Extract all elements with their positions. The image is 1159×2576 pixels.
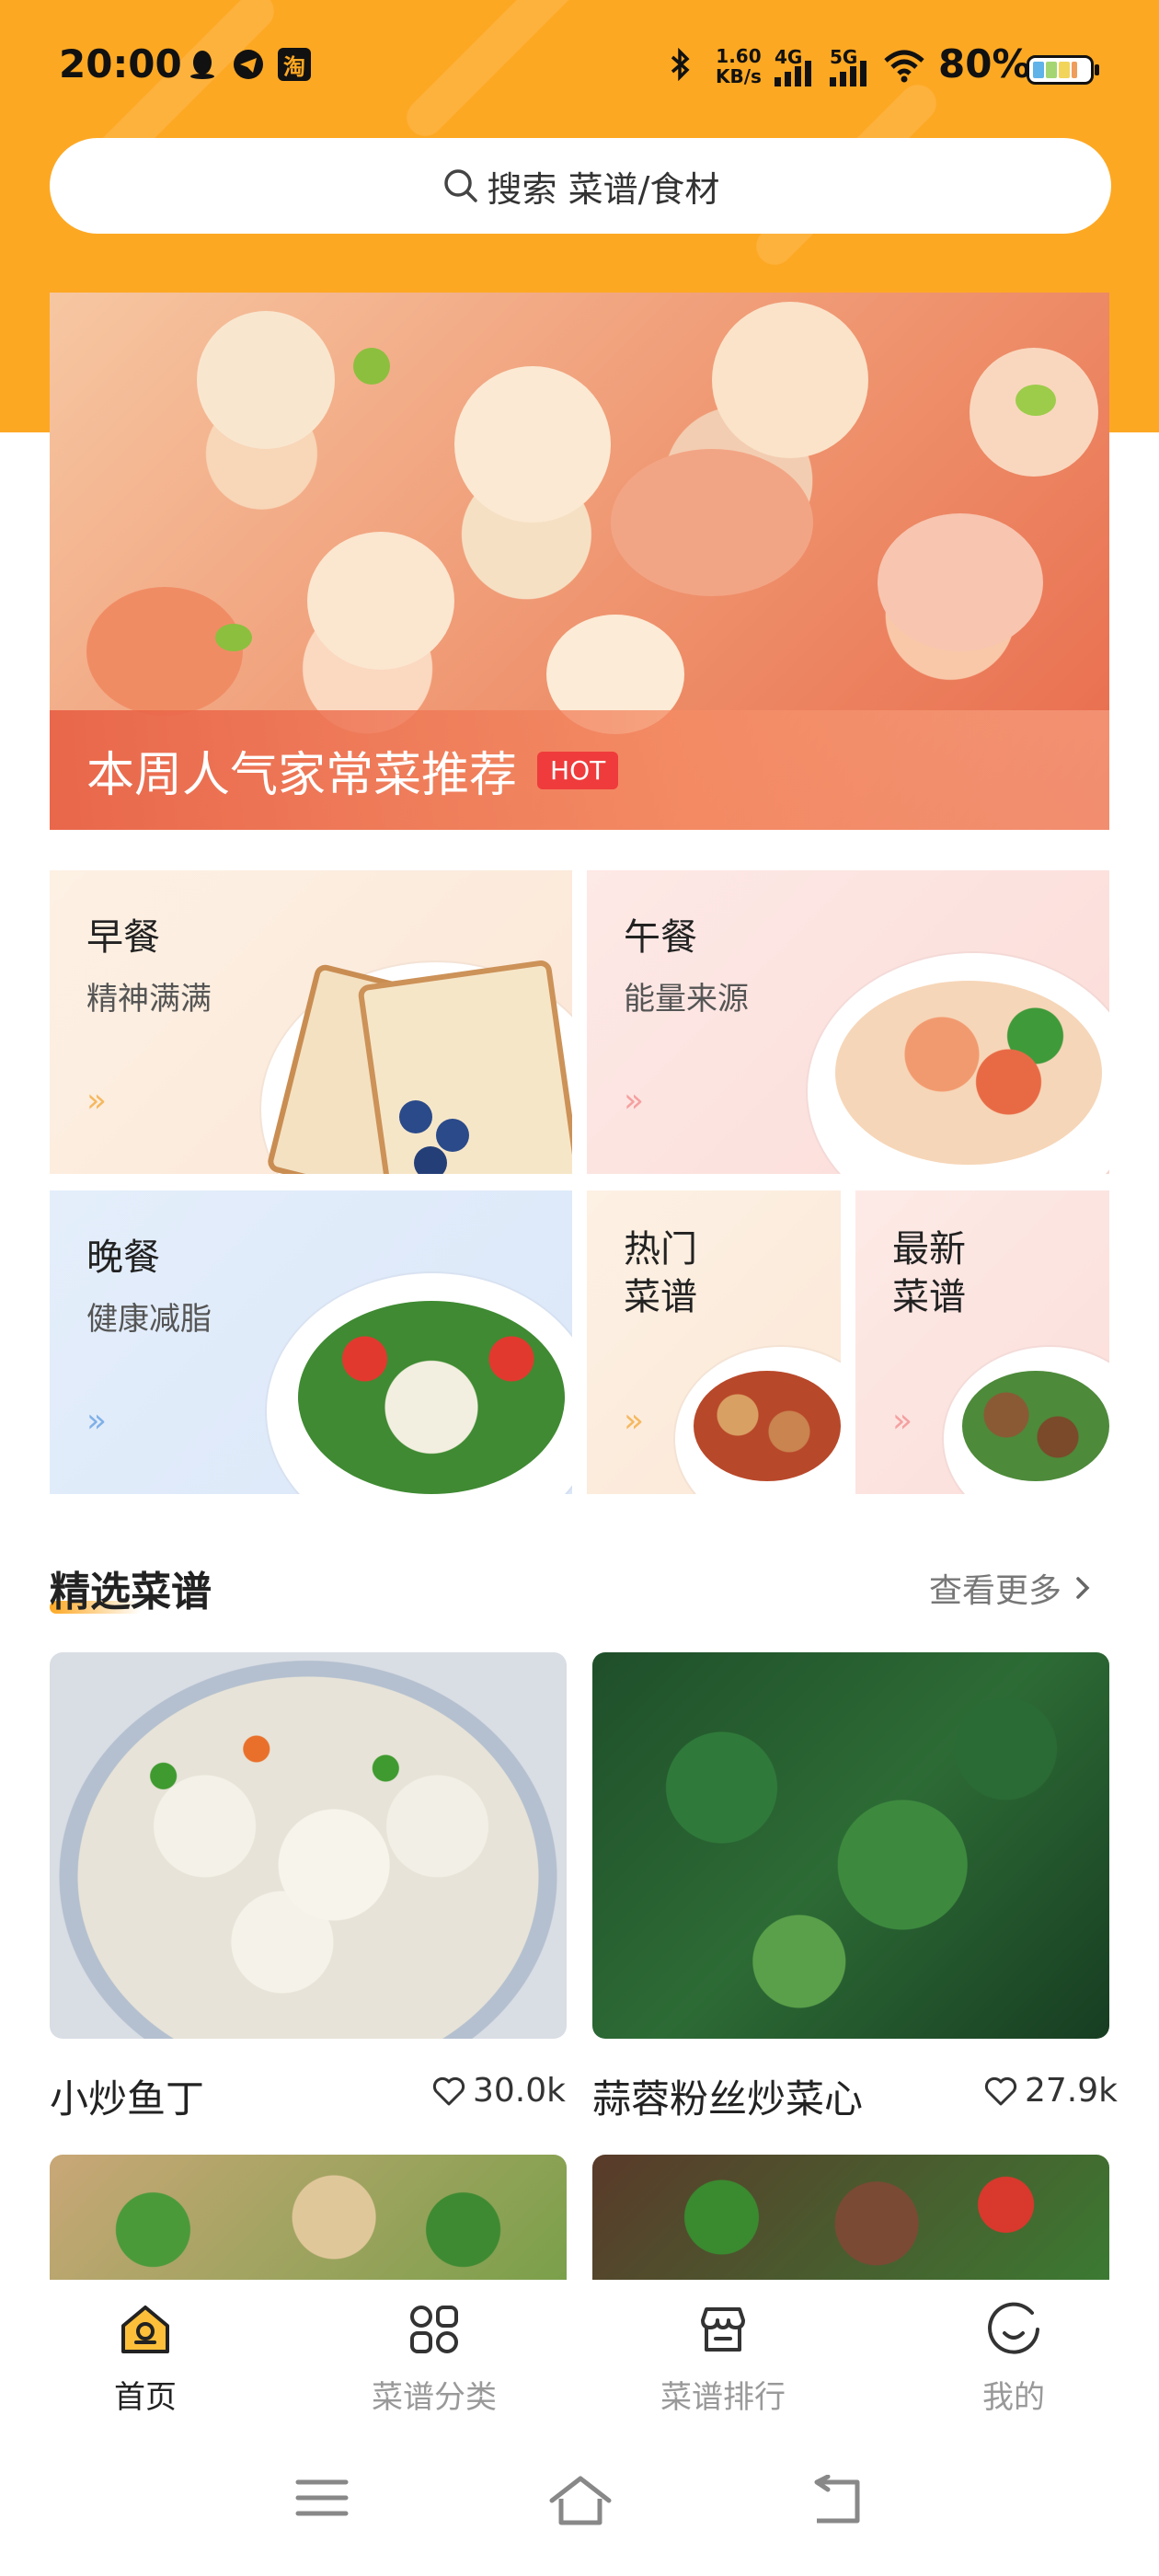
section-title: 精选菜谱 <box>50 1569 212 1616</box>
home-nav-icon[interactable] <box>548 2475 613 2530</box>
category-hot-recipes[interactable]: 热门 菜谱 » <box>587 1190 841 1494</box>
chevron-right-icon <box>1074 1575 1093 1601</box>
category-lunch[interactable]: 午餐 能量来源 » <box>587 870 1109 1174</box>
signal-5g-icon <box>830 61 868 90</box>
see-more-label: 查看更多 <box>929 1572 1062 1610</box>
category-title: 午餐 <box>624 916 697 959</box>
chevrons-right-icon: » <box>624 1402 644 1440</box>
tab-label: 首页 <box>114 2379 177 2416</box>
tab-category[interactable]: 菜谱分类 <box>333 2300 535 2417</box>
recipe-image-peppers[interactable] <box>50 2155 567 2280</box>
menu-icon[interactable] <box>294 2475 350 2524</box>
qq-icon <box>186 48 219 81</box>
likes-count: 27.9k <box>1025 2072 1119 2110</box>
battery-percent: 80% <box>938 41 1031 86</box>
category-grid-icon <box>405 2300 464 2359</box>
chevrons-right-icon: » <box>624 1082 644 1120</box>
ranking-store-icon <box>694 2300 752 2359</box>
tab-profile[interactable]: 我的 <box>912 2300 1115 2417</box>
category-breakfast[interactable]: 早餐 精神满满 » <box>50 870 572 1174</box>
banner-caption: 本周人气家常菜推荐 HOT <box>50 710 1109 830</box>
battery-icon <box>1027 55 1100 88</box>
tab-home[interactable]: 首页 <box>44 2300 247 2417</box>
category-new-recipes[interactable]: 最新 菜谱 » <box>855 1190 1109 1494</box>
category-title: 早餐 <box>86 916 160 959</box>
net-speed-unit: KB/s <box>716 65 762 87</box>
net-speed-value: 1.60 <box>716 45 762 67</box>
banner-carousel[interactable]: 本周人气家常菜推荐 HOT <box>50 293 1109 830</box>
category-dinner[interactable]: 晚餐 健康减脂 » <box>50 1190 572 1494</box>
recipe-image-greens[interactable] <box>592 1652 1109 2039</box>
back-icon[interactable] <box>809 2474 865 2530</box>
wifi-icon <box>883 50 925 86</box>
category-title: 晚餐 <box>86 1236 160 1279</box>
category-title-line2: 菜谱 <box>624 1276 697 1318</box>
recipe-likes: 30.0k <box>432 2072 566 2110</box>
category-title-line1: 热门 <box>624 1228 697 1271</box>
heart-icon[interactable] <box>432 2076 465 2107</box>
heart-icon[interactable] <box>984 2076 1017 2107</box>
banner-title: 本周人气家常菜推荐 <box>86 747 518 803</box>
search-input[interactable]: 搜索 菜谱/食材 <box>50 138 1111 234</box>
category-subtitle: 能量来源 <box>624 981 749 1018</box>
tab-ranking[interactable]: 菜谱排行 <box>622 2300 824 2417</box>
category-subtitle: 健康减脂 <box>86 1301 212 1338</box>
tab-label: 菜谱分类 <box>372 2379 497 2416</box>
category-title-line2: 菜谱 <box>892 1276 966 1318</box>
taobao-icon: 淘 <box>278 48 311 81</box>
home-icon <box>116 2300 175 2359</box>
chevrons-right-icon: » <box>86 1402 107 1440</box>
recipe-likes: 27.9k <box>984 2072 1118 2110</box>
see-more-link[interactable]: 查看更多 <box>929 1564 1093 1612</box>
profile-smile-icon <box>984 2300 1043 2359</box>
recipe-name[interactable]: 蒜蓉粉丝炒菜心 <box>592 2068 863 2124</box>
telegram-icon <box>232 48 265 81</box>
category-subtitle: 精神满满 <box>86 981 212 1018</box>
search-icon <box>442 167 480 205</box>
tab-label: 菜谱排行 <box>660 2379 786 2416</box>
tab-label: 我的 <box>982 2379 1045 2416</box>
recipe-image-fish[interactable] <box>50 1652 567 2039</box>
bluetooth-icon <box>664 48 697 81</box>
chevrons-right-icon: » <box>86 1082 107 1120</box>
signal-4g-icon <box>775 61 813 90</box>
category-title-line1: 最新 <box>892 1228 966 1271</box>
status-time: 20:00 <box>59 41 182 86</box>
search-placeholder: 搜索 菜谱/食材 <box>487 168 720 210</box>
recipe-name[interactable]: 小炒鱼丁 <box>50 2068 204 2124</box>
recipe-image-beef[interactable] <box>592 2155 1109 2280</box>
hot-badge: HOT <box>537 751 619 789</box>
likes-count: 30.0k <box>473 2072 567 2110</box>
chevrons-right-icon: » <box>892 1402 912 1440</box>
